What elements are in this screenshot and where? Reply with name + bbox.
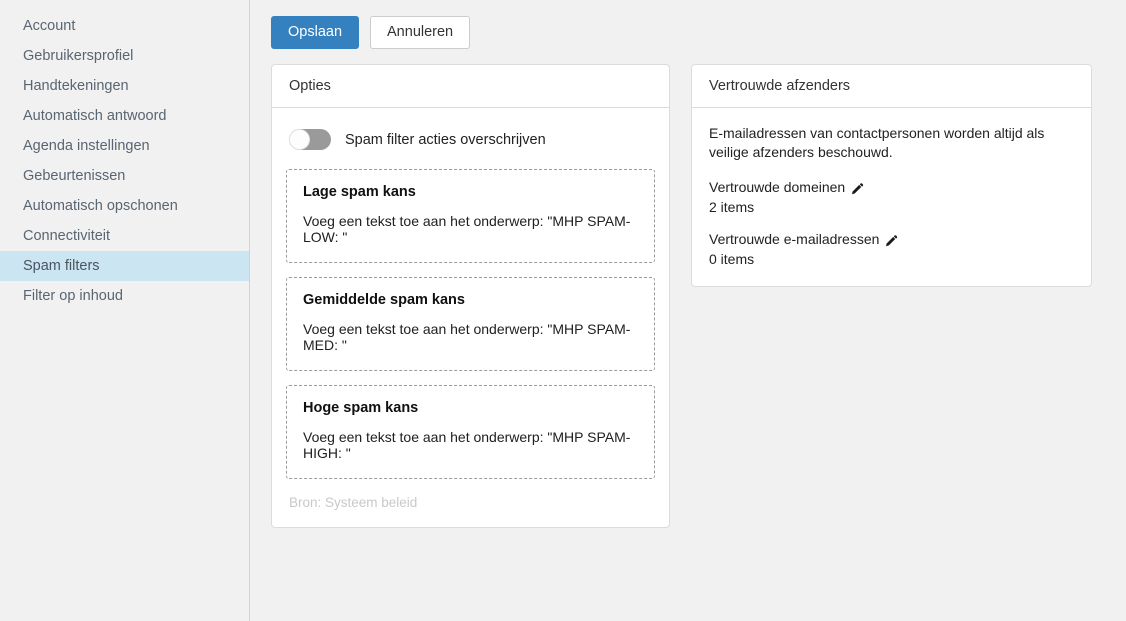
trusted-senders-title: Vertrouwde afzenders bbox=[692, 65, 1091, 108]
trusted-senders-intro: E-mailadressen van contactpersonen worde… bbox=[709, 125, 1045, 160]
settings-page: Account Gebruikersprofiel Handtekeningen… bbox=[0, 0, 1126, 621]
sidebar-item-gebeurtenissen[interactable]: Gebeurtenissen bbox=[0, 161, 249, 191]
spam-box-title: Lage spam kans bbox=[303, 184, 416, 200]
sidebar-item-label: Connectiviteit bbox=[23, 228, 111, 244]
trusted-domains-count: 2 items bbox=[709, 199, 755, 215]
panels-container: Opties Spam filter acties overschrijven … bbox=[250, 49, 1126, 528]
spam-box-low[interactable]: Lage spam kans Voeg een tekst toe aan he… bbox=[286, 169, 655, 263]
sidebar-item-spam-filters[interactable]: Spam filters bbox=[0, 251, 249, 281]
toggle-switch-off-icon[interactable] bbox=[289, 129, 331, 150]
spam-box-medium[interactable]: Gemiddelde spam kans Voeg een tekst toe … bbox=[286, 277, 655, 371]
sidebar-item-gebruikersprofiel[interactable]: Gebruikersprofiel bbox=[0, 41, 249, 71]
sidebar-item-connectiviteit[interactable]: Connectiviteit bbox=[0, 221, 249, 251]
trusted-emails-label: Vertrouwde e-mailadressen bbox=[709, 231, 880, 247]
action-toolbar: Opslaan Annuleren bbox=[250, 0, 1126, 49]
settings-content: Opslaan Annuleren Opties Spam filter act… bbox=[250, 0, 1126, 621]
spam-box-title: Hoge spam kans bbox=[303, 400, 419, 416]
spam-override-label: Spam filter acties overschrijven bbox=[345, 131, 546, 148]
sidebar-item-label: Gebeurtenissen bbox=[23, 168, 126, 184]
trusted-senders-panel: Vertrouwde afzenders E-mailadressen van … bbox=[691, 64, 1092, 287]
spam-override-row: Spam filter acties overschrijven bbox=[272, 108, 669, 150]
settings-sidebar: Account Gebruikersprofiel Handtekeningen… bbox=[0, 0, 250, 621]
spam-boxes-list: Lage spam kans Voeg een tekst toe aan he… bbox=[272, 150, 669, 479]
trusted-domains-label-row: Vertrouwde domeinen bbox=[709, 179, 1074, 195]
sidebar-item-label: Agenda instellingen bbox=[23, 138, 150, 154]
sidebar-item-automatisch-antwoord[interactable]: Automatisch antwoord bbox=[0, 101, 249, 131]
save-button[interactable]: Opslaan bbox=[271, 16, 360, 49]
trusted-domains-group: Vertrouwde domeinen 2 items bbox=[709, 179, 1074, 215]
spam-box-title: Gemiddelde spam kans bbox=[303, 292, 465, 308]
spam-box-description: Voeg een tekst toe aan het onderwerp: "M… bbox=[303, 213, 631, 245]
spam-box-description: Voeg een tekst toe aan het onderwerp: "M… bbox=[303, 429, 631, 461]
sidebar-item-filter-op-inhoud[interactable]: Filter op inhoud bbox=[0, 281, 249, 311]
trusted-emails-group: Vertrouwde e-mailadressen 0 items bbox=[709, 231, 1074, 267]
options-panel-body: Spam filter acties overschrijven Lage sp… bbox=[272, 108, 669, 527]
options-panel-title: Opties bbox=[272, 65, 669, 108]
options-panel: Opties Spam filter acties overschrijven … bbox=[271, 64, 670, 528]
sidebar-item-automatisch-opschonen[interactable]: Automatisch opschonen bbox=[0, 191, 249, 221]
pencil-icon[interactable] bbox=[851, 182, 864, 195]
sidebar-item-label: Handtekeningen bbox=[23, 78, 129, 94]
sidebar-item-handtekeningen[interactable]: Handtekeningen bbox=[0, 71, 249, 101]
sidebar-item-account[interactable]: Account bbox=[0, 11, 249, 41]
trusted-senders-body: E-mailadressen van contactpersonen worde… bbox=[692, 108, 1091, 286]
trusted-emails-count: 0 items bbox=[709, 251, 755, 267]
spam-box-high[interactable]: Hoge spam kans Voeg een tekst toe aan he… bbox=[286, 385, 655, 479]
sidebar-item-agenda-instellingen[interactable]: Agenda instellingen bbox=[0, 131, 249, 161]
cancel-button[interactable]: Annuleren bbox=[370, 16, 471, 49]
sidebar-item-label: Filter op inhoud bbox=[23, 288, 123, 304]
trusted-emails-label-row: Vertrouwde e-mailadressen bbox=[709, 231, 1074, 247]
pencil-icon[interactable] bbox=[885, 234, 898, 247]
spam-box-description: Voeg een tekst toe aan het onderwerp: "M… bbox=[303, 321, 631, 353]
sidebar-item-label: Gebruikersprofiel bbox=[23, 48, 134, 64]
sidebar-item-label: Automatisch opschonen bbox=[23, 198, 178, 214]
toggle-knob bbox=[289, 129, 310, 150]
sidebar-item-label: Account bbox=[23, 18, 76, 34]
trusted-domains-label: Vertrouwde domeinen bbox=[709, 179, 846, 195]
policy-source-note: Bron: Systeem beleid bbox=[289, 495, 418, 510]
sidebar-item-label: Spam filters bbox=[23, 258, 100, 274]
sidebar-item-label: Automatisch antwoord bbox=[23, 108, 167, 124]
